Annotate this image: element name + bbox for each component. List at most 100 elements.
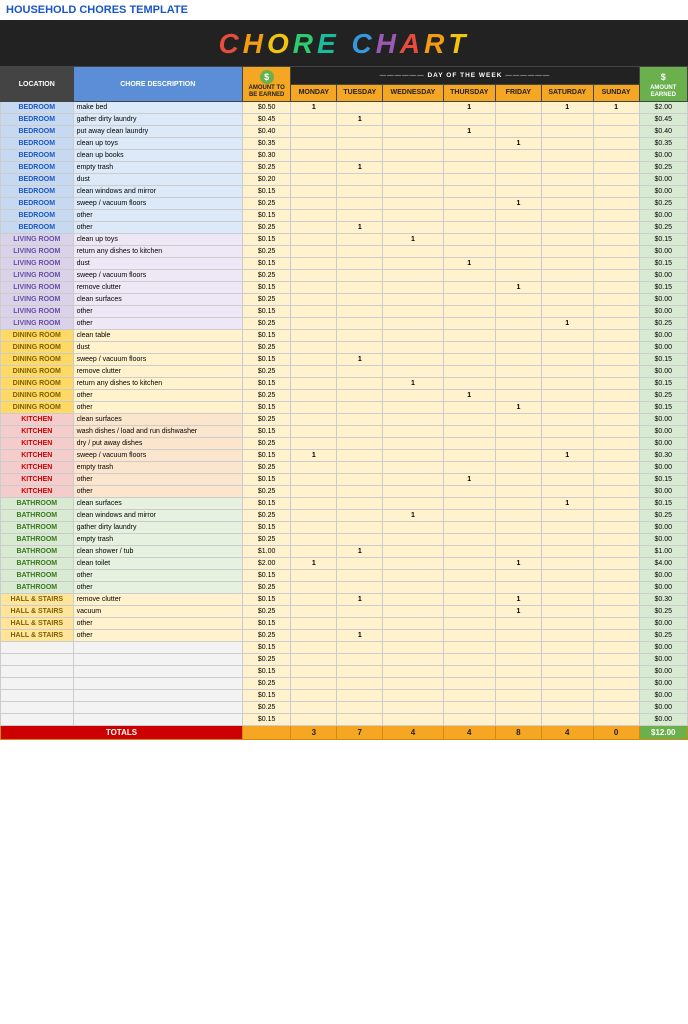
- total-friday: 8: [495, 726, 541, 740]
- day-cell: [291, 354, 337, 366]
- day-cell: [593, 270, 639, 282]
- location-cell: LIVING ROOM: [1, 234, 74, 246]
- day-cell: [291, 702, 337, 714]
- day-cell: [383, 294, 443, 306]
- amount-cell: $0.15: [242, 642, 290, 654]
- chore-cell: other: [73, 402, 242, 414]
- day-cell: [541, 210, 593, 222]
- location-cell: DINING ROOM: [1, 354, 74, 366]
- location-cell: BEDROOM: [1, 186, 74, 198]
- chore-cell: empty trash: [73, 462, 242, 474]
- day-cell: [443, 294, 495, 306]
- earned-cell: $0.00: [639, 486, 687, 498]
- chore-cell: [73, 702, 242, 714]
- day-cell: [383, 354, 443, 366]
- day-cell: [383, 582, 443, 594]
- earned-cell: $0.00: [639, 270, 687, 282]
- amount-cell: $0.25: [242, 414, 290, 426]
- dollar-icon: $: [260, 70, 274, 84]
- day-cell: 1: [383, 234, 443, 246]
- earned-cell: $0.25: [639, 198, 687, 210]
- day-cell: [443, 546, 495, 558]
- location-cell: BATHROOM: [1, 570, 74, 582]
- day-cell: [291, 462, 337, 474]
- day-cell: [383, 678, 443, 690]
- earned-cell: $0.25: [639, 222, 687, 234]
- day-cell: 1: [337, 546, 383, 558]
- location-cell: LIVING ROOM: [1, 318, 74, 330]
- day-cell: [495, 114, 541, 126]
- day-cell: [541, 270, 593, 282]
- day-cell: [495, 390, 541, 402]
- day-cell: [593, 378, 639, 390]
- amount-cell: $0.25: [242, 222, 290, 234]
- day-cell: 1: [443, 258, 495, 270]
- day-cell: [337, 306, 383, 318]
- day-cell: [337, 462, 383, 474]
- day-cell: [291, 330, 337, 342]
- location-header: LOCATION: [1, 67, 74, 102]
- table-row: BEDROOMclean windows and mirror$0.15$0.0…: [1, 186, 688, 198]
- day-cell: [337, 342, 383, 354]
- day-cell: [337, 534, 383, 546]
- day-cell: [593, 294, 639, 306]
- day-cell: [443, 618, 495, 630]
- chore-cell: clean toilet: [73, 558, 242, 570]
- chore-cell: clean surfaces: [73, 498, 242, 510]
- day-cell: [593, 426, 639, 438]
- day-cell: [383, 570, 443, 582]
- chore-cell: empty trash: [73, 534, 242, 546]
- day-cell: [337, 186, 383, 198]
- earned-cell: $1.00: [639, 546, 687, 558]
- day-cell: [337, 402, 383, 414]
- table-row: HALL & STAIRSother$0.251$0.25: [1, 630, 688, 642]
- day-cell: [495, 642, 541, 654]
- amount-cell: $0.25: [242, 702, 290, 714]
- day-cell: [291, 270, 337, 282]
- earned-cell: $4.00: [639, 558, 687, 570]
- location-cell: DINING ROOM: [1, 402, 74, 414]
- day-cell: [541, 222, 593, 234]
- day-cell: [383, 426, 443, 438]
- tuesday-header: TUESDAY: [337, 84, 383, 102]
- day-cell: [593, 390, 639, 402]
- day-cell: [443, 378, 495, 390]
- day-cell: [337, 102, 383, 114]
- day-cell: [593, 702, 639, 714]
- day-cell: [495, 294, 541, 306]
- day-cell: [291, 150, 337, 162]
- day-cell: [541, 462, 593, 474]
- day-cell: [541, 138, 593, 150]
- day-cell: [495, 498, 541, 510]
- day-cell: [291, 294, 337, 306]
- day-cell: [337, 510, 383, 522]
- day-cell: [383, 666, 443, 678]
- day-cell: [443, 162, 495, 174]
- chore-cell: other: [73, 222, 242, 234]
- day-cell: [291, 534, 337, 546]
- day-cell: [593, 246, 639, 258]
- day-cell: [383, 342, 443, 354]
- day-cell: [291, 342, 337, 354]
- amount-cell: $0.15: [242, 594, 290, 606]
- location-cell: [1, 654, 74, 666]
- day-cell: [541, 714, 593, 726]
- day-cell: [495, 354, 541, 366]
- table-row: DINING ROOMdust$0.25$0.00: [1, 342, 688, 354]
- amount-cell: $0.50: [242, 102, 290, 114]
- day-cell: [443, 510, 495, 522]
- day-cell: [443, 582, 495, 594]
- earned-cell: $0.15: [639, 282, 687, 294]
- day-cell: [443, 114, 495, 126]
- location-cell: HALL & STAIRS: [1, 606, 74, 618]
- chore-cell: clean shower / tub: [73, 546, 242, 558]
- day-cell: [443, 606, 495, 618]
- day-cell: [337, 198, 383, 210]
- earned-cell: $0.00: [639, 618, 687, 630]
- earned-cell: $0.00: [639, 186, 687, 198]
- day-cell: 1: [337, 162, 383, 174]
- day-cell: [541, 666, 593, 678]
- amount-cell: $0.15: [242, 234, 290, 246]
- day-cell: [291, 258, 337, 270]
- day-cell: [383, 702, 443, 714]
